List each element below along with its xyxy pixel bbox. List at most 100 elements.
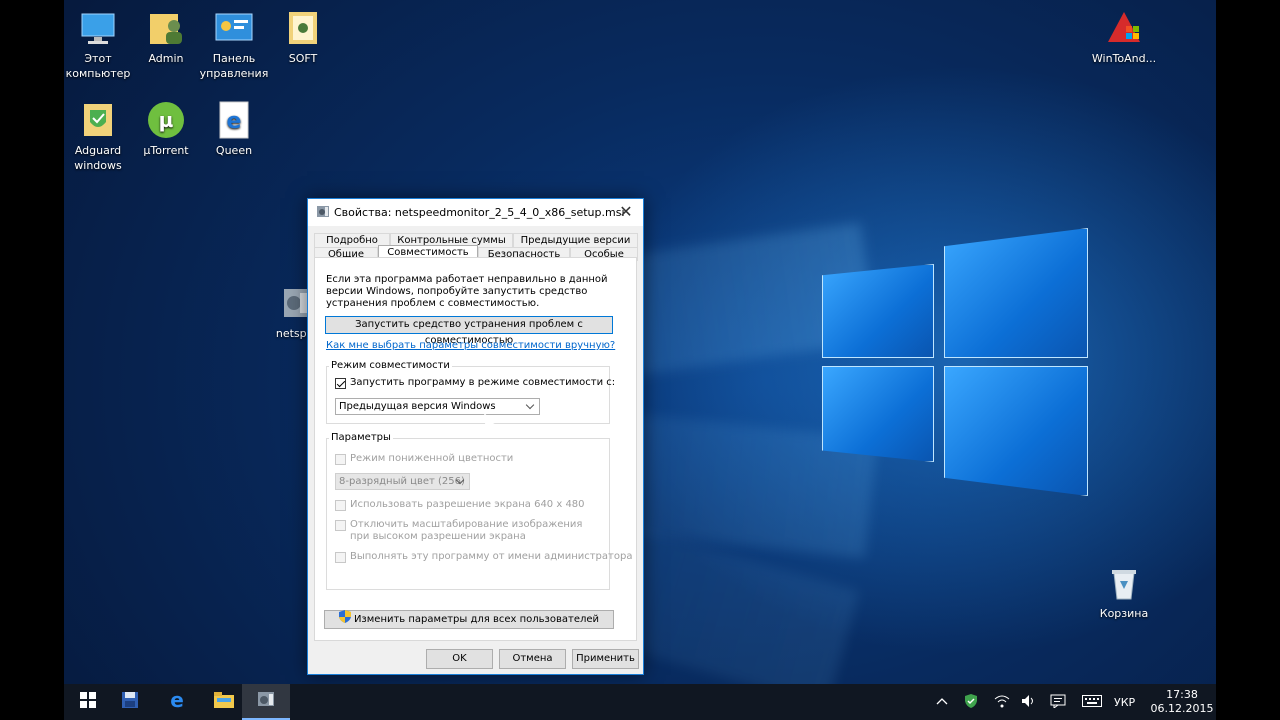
tab-previous-versions[interactable]: Предыдущие версии [513, 233, 638, 247]
floppy-disk-icon [121, 691, 139, 713]
tray-clock[interactable]: 17:38 06.12.2015 [1150, 684, 1214, 720]
desktop-icon-this-pc[interactable]: Этот компьютер [64, 8, 134, 81]
letterbox-left [0, 0, 64, 720]
utorrent-icon: µ [146, 100, 186, 140]
svg-text:µ: µ [159, 108, 174, 132]
close-icon: ✕ [619, 202, 633, 221]
color-depth-value: 8-разрядный цвет (256) [339, 476, 465, 487]
color-depth-select[interactable]: 8-разрядный цвет (256) [335, 473, 470, 490]
wifi-icon [994, 694, 1010, 711]
os-version-select[interactable]: Предыдущая версия Windows [335, 398, 540, 415]
chevron-up-icon [936, 696, 948, 709]
control-panel-icon [214, 8, 254, 48]
checkbox-checked[interactable] [335, 378, 346, 389]
dpi-scaling-checkbox[interactable]: Отключить масштабирование изображения пр… [335, 519, 585, 543]
checkbox-unchecked[interactable] [335, 520, 346, 531]
adguard-shield-icon [964, 693, 978, 712]
manual-settings-link[interactable]: Как мне выбрать параметры совместимости … [326, 340, 615, 351]
logo-pane [944, 366, 1088, 496]
desktop-icon-label: Этот компьютер [65, 52, 131, 80]
chevron-down-icon [525, 400, 535, 410]
troubleshoot-button[interactable]: Запустить средство устранения проблем с … [325, 316, 613, 346]
change-all-users-button[interactable]: Изменить параметры для всех пользователе… [324, 610, 614, 629]
computer-icon [78, 8, 118, 48]
edge-icon: e [167, 688, 187, 714]
wintoand-icon [1104, 8, 1144, 48]
desktop-icon-admin[interactable]: Admin [130, 8, 202, 66]
file-explorer-icon [214, 692, 234, 712]
tray-adguard[interactable] [964, 684, 978, 720]
installer-icon [257, 690, 275, 712]
taskbar: e УКР 17:38 06.12.2015 [64, 684, 1216, 720]
tray-volume[interactable] [1021, 684, 1037, 720]
reduced-color-checkbox[interactable]: Режим пониженной цветности [335, 453, 513, 465]
desktop-icon-wintoand[interactable]: WinToAnd... [1088, 8, 1160, 66]
taskbar-installer[interactable] [242, 684, 290, 720]
checkbox-label: Режим пониженной цветности [350, 453, 514, 464]
desktop-icon-label: Корзина [1099, 607, 1149, 620]
desktop-icon-recycle-bin[interactable]: Корзина [1088, 563, 1160, 621]
desktop-icon-utorrent[interactable]: µ µTorrent [130, 100, 202, 158]
compat-mode-group [326, 366, 610, 424]
windows-logo-wallpaper [822, 228, 1088, 496]
desktop-icon-adguard[interactable]: Adguard windows [64, 100, 134, 173]
taskbar-explorer[interactable] [200, 684, 248, 720]
desktop-icon-control-panel[interactable]: Панель управления [198, 8, 270, 81]
run-as-admin-checkbox[interactable]: Выполнять эту программу от имени админис… [335, 551, 632, 563]
taskbar-save-app[interactable] [106, 684, 154, 720]
desktop-icon-label: WinToAnd... [1091, 52, 1157, 65]
desktop-icon-label: µTorrent [143, 144, 189, 157]
svg-text:e: e [170, 690, 184, 710]
tray-keyboard[interactable] [1082, 684, 1102, 720]
folder-icon [283, 8, 323, 48]
message-icon [1050, 694, 1066, 711]
user-folder-icon [146, 8, 186, 48]
desktop-icon-label: SOFT [288, 52, 318, 65]
tray-show-hidden[interactable] [936, 684, 948, 720]
logo-pane [944, 228, 1088, 358]
start-button[interactable] [64, 684, 112, 720]
compatibility-panel: Если эта программа работает неправильно … [314, 257, 637, 641]
settings-label: Параметры [329, 432, 393, 443]
adguard-icon [78, 100, 118, 140]
checkbox-label: Выполнять эту программу от имени админис… [350, 551, 633, 562]
ok-button[interactable]: OK [426, 649, 493, 669]
taskbar-edge[interactable]: e [153, 684, 201, 720]
checkbox-unchecked[interactable] [335, 454, 346, 465]
compat-mode-checkbox[interactable]: Запустить программу в режиме совместимос… [335, 377, 615, 389]
recycle-bin-icon [1104, 563, 1144, 603]
close-button[interactable]: ✕ [609, 199, 643, 226]
desktop-icon-label: Queen [215, 144, 253, 157]
desktop-icon-label: Панель управления [199, 52, 269, 80]
resolution-checkbox[interactable]: Использовать разрешение экрана 640 x 480 [335, 499, 585, 511]
intro-text: Если эта программа работает неправильно … [326, 274, 608, 309]
desktop-icon-label: Admin [148, 52, 184, 65]
letterbox-right [1216, 0, 1280, 720]
apply-button[interactable]: Применить [572, 649, 639, 669]
uac-shield-icon [338, 610, 351, 629]
tray-wifi[interactable] [994, 684, 1010, 720]
keyboard-icon [1082, 694, 1102, 710]
edge-shortcut-icon: e [214, 100, 254, 140]
checkbox-unchecked[interactable] [335, 552, 346, 563]
desktop-icon-soft[interactable]: SOFT [267, 8, 339, 66]
checkbox-label: Запустить программу в режиме совместимос… [350, 377, 616, 388]
speaker-icon [1021, 694, 1037, 711]
dialog-titlebar[interactable]: Свойства: netspeedmonitor_2_5_4_0_x86_se… [308, 199, 643, 226]
checkbox-unchecked[interactable] [335, 500, 346, 511]
cancel-button[interactable]: Отмена [499, 649, 566, 669]
svg-text:e: e [227, 109, 242, 134]
clock-time: 17:38 [1166, 688, 1198, 701]
desktop-icon-label: Adguard windows [74, 144, 122, 172]
desktop-icon-queen[interactable]: e Queen [198, 100, 270, 158]
tray-language[interactable]: УКР [1114, 684, 1135, 720]
clock-date: 06.12.2015 [1150, 702, 1214, 715]
windows-start-icon [80, 692, 96, 712]
change-all-users-label: Изменить параметры для всех пользователе… [353, 613, 600, 625]
logo-pane [822, 264, 934, 358]
dialog-title: Свойства: netspeedmonitor_2_5_4_0_x86_se… [334, 206, 625, 219]
tray-notifications[interactable] [1050, 684, 1066, 720]
checkbox-label: Отключить масштабирование изображения пр… [350, 519, 583, 542]
logo-pane [822, 366, 934, 462]
checkbox-label: Использовать разрешение экрана 640 x 480 [350, 499, 585, 510]
